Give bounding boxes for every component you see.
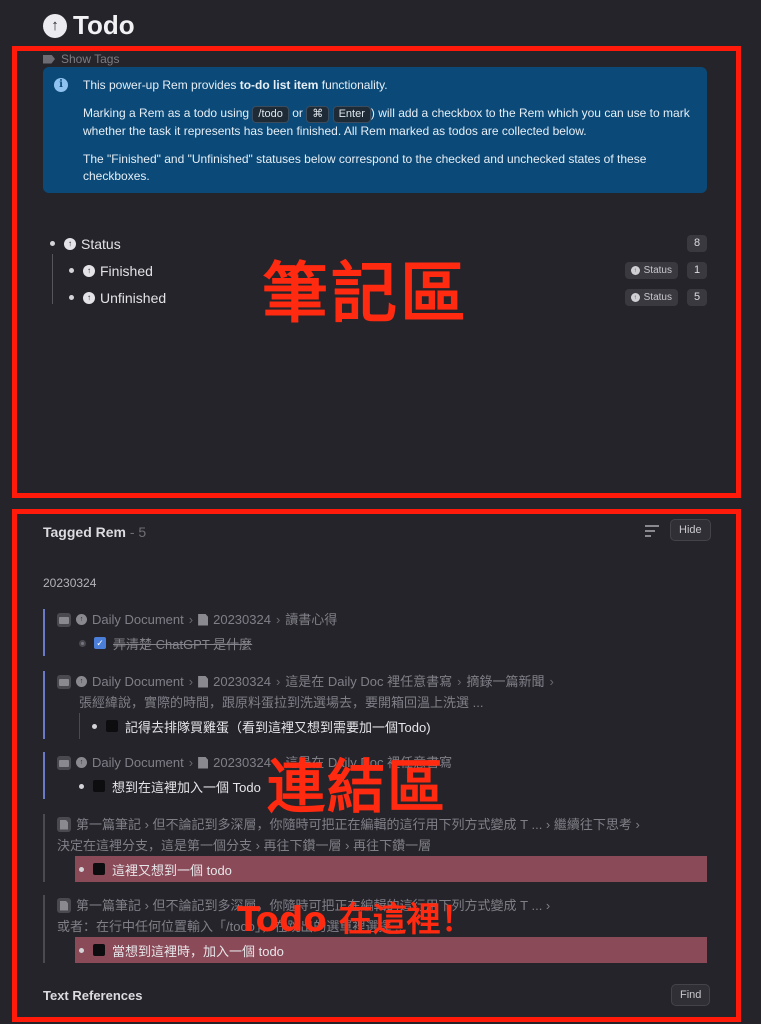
page-title: ↑ Todo bbox=[43, 10, 135, 41]
arrow-up-circle-icon: ↑ bbox=[43, 13, 67, 38]
page-title-text: Todo bbox=[73, 10, 135, 40]
annotation-todo-here: Todo 在這裡！ bbox=[237, 900, 475, 940]
annotation-link-area: 連結區 bbox=[267, 753, 448, 821]
annotation-notes-area: 筆記區 bbox=[262, 255, 469, 332]
